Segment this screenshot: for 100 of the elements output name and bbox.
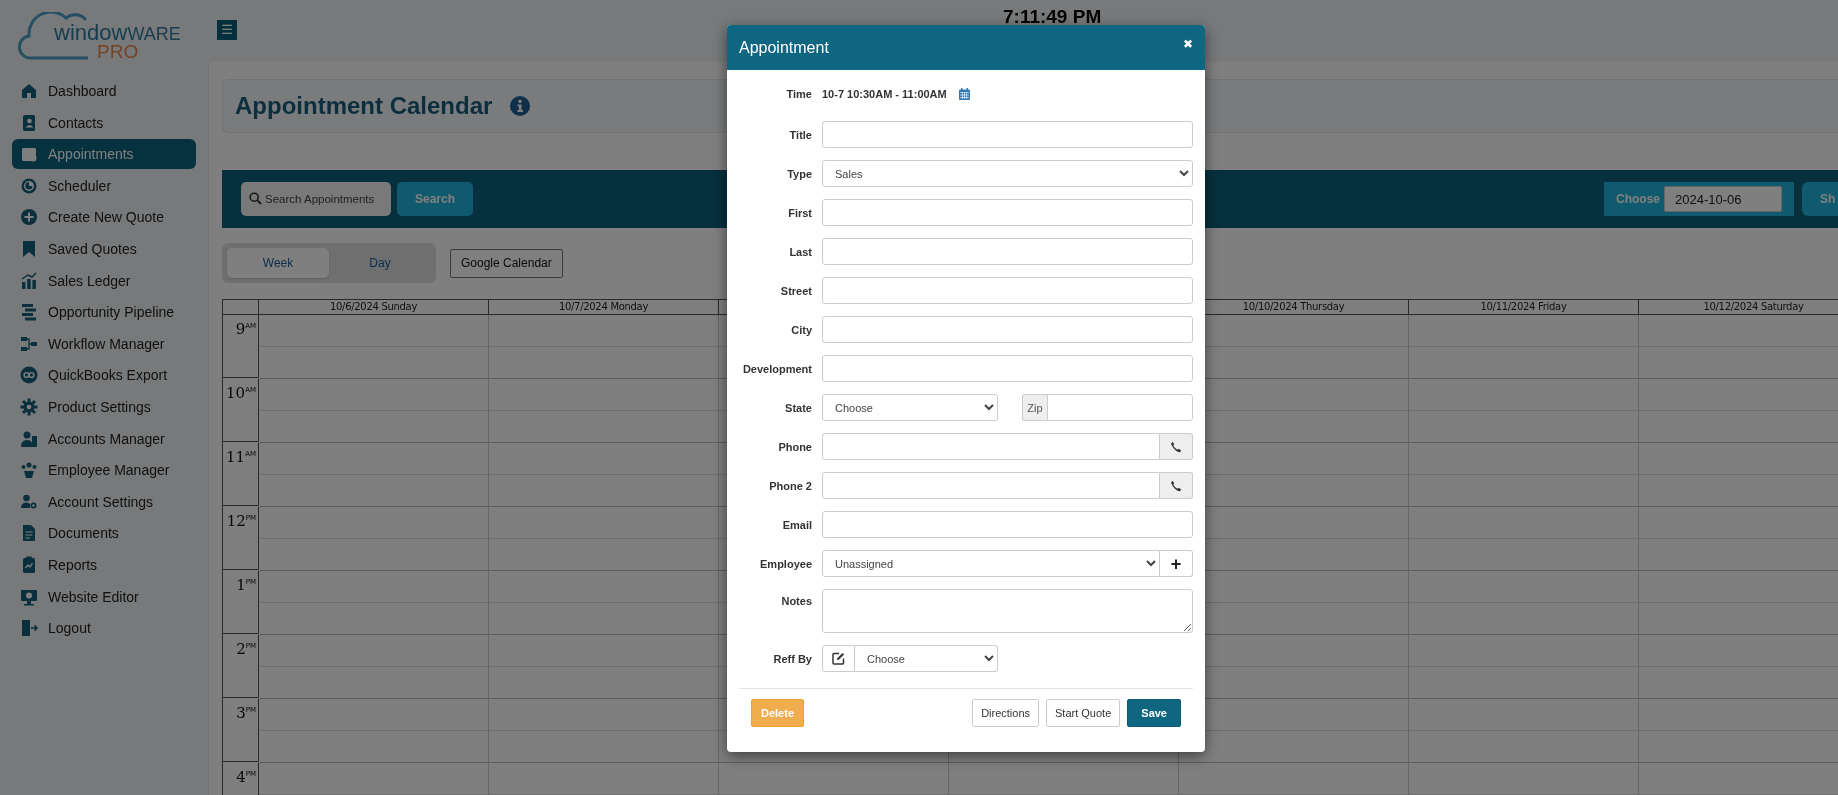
hour-label: 1$^{PM}$ xyxy=(223,571,259,634)
users-icon xyxy=(20,429,38,448)
hour-label: 2$^{PM}$ xyxy=(223,635,259,698)
field-label: Title xyxy=(788,128,812,141)
dialog-button[interactable]: Save xyxy=(1127,699,1181,727)
field-label: Reff By xyxy=(772,652,812,665)
hour-label: 12$^{PM}$ xyxy=(223,507,259,570)
sidebar-item[interactable]: Account Settings xyxy=(12,486,196,517)
phone-icon xyxy=(1170,440,1182,453)
search-field[interactable]: Search Appointments xyxy=(241,182,391,216)
date-label: Choose xyxy=(1616,192,1660,206)
user-gear-icon xyxy=(20,492,38,511)
search-icon xyxy=(249,192,262,205)
hour-label: 4$^{PM}$ xyxy=(223,763,259,795)
call-button[interactable] xyxy=(1160,472,1193,499)
close-button[interactable]: ✖ xyxy=(1182,36,1193,51)
sidebar-item[interactable]: Contacts xyxy=(12,107,196,138)
sidebar-item[interactable]: Reports xyxy=(12,549,196,580)
input-field[interactable] xyxy=(822,277,1193,304)
clock-icon xyxy=(20,176,38,195)
field-label: Phone 2 xyxy=(768,479,812,492)
sidebar-item[interactable]: Dashboard xyxy=(12,76,196,106)
field-label: Last xyxy=(788,245,812,258)
menu-button[interactable]: ☰ xyxy=(217,20,237,40)
dropdown[interactable]: Choose xyxy=(822,394,998,421)
zip-label: Zip xyxy=(1022,394,1047,421)
zip-field[interactable] xyxy=(1047,394,1193,421)
bookmark-icon xyxy=(20,239,38,258)
input-field[interactable] xyxy=(822,238,1193,265)
field-label: City xyxy=(790,323,812,336)
sidebar-item[interactable]: Website Editor xyxy=(12,581,196,612)
call-button[interactable] xyxy=(1160,433,1193,460)
hour-label: 3$^{PM}$ xyxy=(223,699,259,762)
edit-icon xyxy=(832,652,845,665)
day-header: 10/6/2024 Sunday xyxy=(259,300,489,315)
logo-tagline: PRO xyxy=(97,42,139,61)
page-title: Appointment Calendar xyxy=(235,92,493,120)
sidebar-item[interactable]: Product Settings xyxy=(12,391,196,422)
field-label: Street xyxy=(779,284,812,297)
field-label: Email xyxy=(781,518,812,531)
gear-icon xyxy=(20,397,38,416)
info-icon xyxy=(510,96,531,116)
pipeline-icon xyxy=(20,303,38,322)
input-field[interactable] xyxy=(822,199,1193,226)
exit-door-icon xyxy=(20,619,38,638)
edit-button[interactable] xyxy=(822,645,855,672)
dropdown[interactable]: Choose xyxy=(855,645,998,672)
phone-field[interactable] xyxy=(822,472,1160,499)
hour-label: 10$^{AM}$ xyxy=(223,379,259,442)
notes-field[interactable] xyxy=(822,589,1193,633)
input-field[interactable] xyxy=(822,121,1193,148)
day-header: 10/7/2024 Monday xyxy=(489,300,719,315)
day-header: 10/11/2024 Friday xyxy=(1409,300,1639,315)
flow-chart-icon xyxy=(20,334,38,353)
sidebar-item[interactable]: Documents xyxy=(12,518,196,549)
input-field[interactable] xyxy=(822,355,1193,382)
dropdown[interactable]: Sales xyxy=(822,160,1193,187)
monitor-icon xyxy=(20,587,38,606)
sidebar-item[interactable]: Logout xyxy=(12,613,196,644)
add-button[interactable]: + xyxy=(1160,550,1193,577)
sidebar-item[interactable]: Employee Manager xyxy=(12,455,196,486)
sidebar-item[interactable]: Create New Quote xyxy=(12,202,196,233)
sidebar-item[interactable]: Saved Quotes xyxy=(12,233,196,264)
phone-field[interactable] xyxy=(822,433,1160,460)
sidebar-item[interactable]: QuickBooks Export xyxy=(12,360,196,391)
clipboard-icon xyxy=(20,555,38,574)
clock: 7:11:49 PM xyxy=(1003,6,1102,28)
dialog-button[interactable]: Start Quote xyxy=(1046,699,1121,727)
document-icon xyxy=(20,524,38,543)
field-label: Type xyxy=(786,167,812,180)
field-label: Time xyxy=(785,88,812,100)
date-field[interactable]: 2024-10-06 xyxy=(1664,186,1782,212)
field-label: Development xyxy=(741,362,812,375)
qb-circle-icon xyxy=(20,366,38,385)
dialog-title: Appointment xyxy=(739,38,829,57)
sidebar-item[interactable]: Opportunity Pipeline xyxy=(12,297,196,328)
hour-label: 11$^{AM}$ xyxy=(223,443,259,506)
input-field[interactable] xyxy=(822,511,1193,538)
field-label: Phone xyxy=(777,440,812,453)
sidebar-item[interactable]: Workflow Manager xyxy=(12,328,196,359)
field-label: Employee xyxy=(759,557,812,570)
plus-circle-icon xyxy=(20,208,38,227)
field-label: State xyxy=(784,401,812,414)
sidebar-item[interactable]: Sales Ledger xyxy=(12,265,196,296)
google-calendar-button[interactable]: Google Calendar xyxy=(450,248,563,278)
phone-icon xyxy=(1170,479,1182,492)
input-field[interactable] xyxy=(822,316,1193,343)
sidebar-item[interactable]: Scheduler xyxy=(12,170,196,201)
dialog-button[interactable]: Directions xyxy=(972,699,1040,727)
hour-label: 9$^{AM}$ xyxy=(223,315,259,378)
dropdown[interactable]: Unassigned xyxy=(822,550,1160,577)
view-tab[interactable]: Week xyxy=(227,248,329,278)
home-icon xyxy=(20,82,38,100)
sidebar-item[interactable]: Appointments xyxy=(12,139,196,170)
contact-book-icon xyxy=(20,113,38,132)
field-label: First xyxy=(787,206,812,219)
logo-wordmark: windowWARE xyxy=(54,22,181,45)
sidebar-item[interactable]: Accounts Manager xyxy=(12,423,196,454)
time-value: 10-7 10:30AM - 11:00AM xyxy=(822,88,947,100)
view-tab[interactable]: Day xyxy=(329,248,431,278)
